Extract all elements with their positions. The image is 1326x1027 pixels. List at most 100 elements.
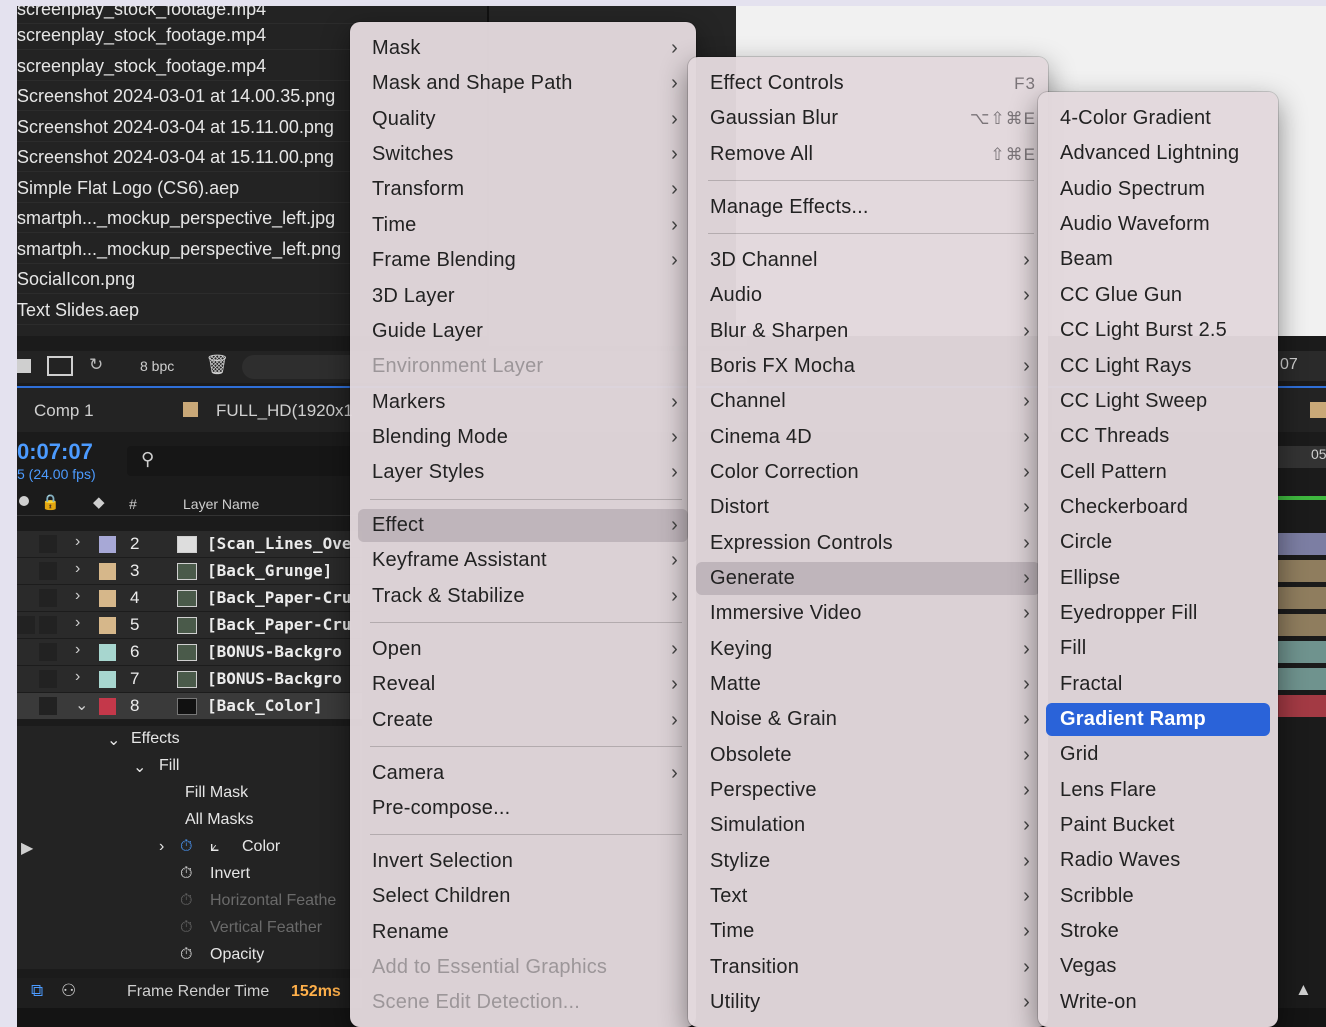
- menu-item-markers[interactable]: Markers ›: [358, 386, 688, 419]
- label-color-swatch[interactable]: [99, 644, 116, 661]
- stopwatch-icon[interactable]: ⏱: [180, 919, 192, 937]
- table-row[interactable]: › 5 [Back_Paper-Cru: [17, 612, 362, 639]
- menu-item-paint-bucket[interactable]: Paint Bucket: [1046, 809, 1270, 842]
- menu-item-time[interactable]: Time ›: [696, 915, 1040, 948]
- effects-group-row[interactable]: ⌄ Effects: [17, 726, 362, 753]
- solo-switch[interactable]: [39, 697, 57, 715]
- layer-bar[interactable]: [1277, 533, 1326, 555]
- menu-item-noise-and-grain[interactable]: Noise & Grain ›: [696, 703, 1040, 736]
- menu-item-scribble[interactable]: Scribble: [1046, 880, 1270, 913]
- twirl-icon[interactable]: ›: [75, 614, 80, 632]
- menu-item-effect-controls[interactable]: Effect Controls F3: [696, 67, 1040, 100]
- table-row[interactable]: › 6 [BONUS-Backgro: [17, 639, 362, 666]
- menu-item-effect[interactable]: Effect ›: [358, 509, 688, 542]
- bit-depth-button[interactable]: 8 bpc: [140, 358, 174, 374]
- menu-item-keyframe-assistant[interactable]: Keyframe Assistant ›: [358, 544, 688, 577]
- twirl-icon[interactable]: ›: [75, 641, 80, 659]
- menu-item-remove-all[interactable]: Remove All ⇧⌘E: [696, 138, 1040, 171]
- menu-item-obsolete[interactable]: Obsolete ›: [696, 739, 1040, 772]
- label-color-swatch[interactable]: [99, 590, 116, 607]
- solo-switch[interactable]: [39, 535, 57, 553]
- zoom-mountain-icon[interactable]: ▲: [1295, 980, 1312, 1000]
- toggle-switches-icon[interactable]: ⚇: [61, 981, 76, 1001]
- menu-item-gaussian-blur[interactable]: Gaussian Blur ⌥⇧⌘E: [696, 102, 1040, 135]
- menu-item-advanced-lightning[interactable]: Advanced Lightning: [1046, 137, 1270, 170]
- table-row[interactable]: › 7 [BONUS-Backgro: [17, 666, 362, 693]
- label-color-swatch[interactable]: [99, 671, 116, 688]
- lock-switch[interactable]: [39, 616, 57, 634]
- menu-item-grid[interactable]: Grid: [1046, 738, 1270, 771]
- menu-item-audio-spectrum[interactable]: Audio Spectrum: [1046, 173, 1270, 206]
- menu-item-audio-waveform[interactable]: Audio Waveform: [1046, 208, 1270, 241]
- menu-item-transform[interactable]: Transform ›: [358, 173, 688, 206]
- layer-name[interactable]: [BONUS-Backgro: [207, 642, 342, 661]
- label-color-swatch[interactable]: [99, 563, 116, 580]
- menu-item-reveal[interactable]: Reveal ›: [358, 668, 688, 701]
- new-folder-icon[interactable]: [17, 359, 31, 373]
- layer-name[interactable]: [Back_Paper-Cru: [207, 615, 352, 634]
- solo-switch[interactable]: [39, 643, 57, 661]
- solo-switch[interactable]: [39, 589, 57, 607]
- menu-item-audio[interactable]: Audio ›: [696, 279, 1040, 312]
- menu-item-create[interactable]: Create ›: [358, 704, 688, 737]
- menu-item-guide-layer[interactable]: Guide Layer: [358, 315, 688, 348]
- work-area-bar[interactable]: [1277, 496, 1326, 500]
- layer-name[interactable]: [Back_Paper-Cru: [207, 588, 352, 607]
- menu-item-distort[interactable]: Distort ›: [696, 491, 1040, 524]
- property-row[interactable]: ⏱ Invert: [17, 861, 362, 888]
- menu-item-channel[interactable]: Channel ›: [696, 385, 1040, 418]
- menu-item-radio-waves[interactable]: Radio Waves: [1046, 844, 1270, 877]
- new-comp-icon[interactable]: [47, 356, 73, 376]
- twirl-icon[interactable]: ›: [75, 533, 80, 551]
- menu-item-3d-channel[interactable]: 3D Channel ›: [696, 244, 1040, 277]
- comp-tab[interactable]: Comp 1: [34, 401, 94, 421]
- menu-item-boris-fx-mocha[interactable]: Boris FX Mocha ›: [696, 350, 1040, 383]
- layer-bar[interactable]: [1277, 641, 1326, 663]
- twirl-icon[interactable]: ›: [75, 668, 80, 686]
- menu-item-immersive-video[interactable]: Immersive Video ›: [696, 597, 1040, 630]
- table-row[interactable]: › 4 [Back_Paper-Cru: [17, 585, 362, 612]
- menu-item-3d-layer[interactable]: 3D Layer: [358, 280, 688, 313]
- menu-item-layer-styles[interactable]: Layer Styles ›: [358, 456, 688, 489]
- menu-item-perspective[interactable]: Perspective ›: [696, 774, 1040, 807]
- layer-name[interactable]: [Scan_Lines_Ove: [207, 534, 352, 553]
- menu-item-ellipse[interactable]: Ellipse: [1046, 562, 1270, 595]
- menu-item-cc-light-sweep[interactable]: CC Light Sweep: [1046, 385, 1270, 418]
- menu-item-transition[interactable]: Transition ›: [696, 951, 1040, 984]
- menu-item-track-and-stabilize[interactable]: Track & Stabilize ›: [358, 580, 688, 613]
- menu-item-text[interactable]: Text ›: [696, 880, 1040, 913]
- menu-item-beam[interactable]: Beam: [1046, 243, 1270, 276]
- twirl-icon[interactable]: ›: [75, 560, 80, 578]
- label-color-swatch[interactable]: [99, 536, 116, 553]
- menu-item-cc-light-rays[interactable]: CC Light Rays: [1046, 350, 1270, 383]
- solo-switch[interactable]: [39, 670, 57, 688]
- menu-item-vegas[interactable]: Vegas: [1046, 950, 1270, 983]
- interpret-footage-icon[interactable]: ↻: [89, 355, 103, 375]
- menu-item-4-color-gradient[interactable]: 4-Color Gradient: [1046, 102, 1270, 135]
- layer-bar[interactable]: [1277, 560, 1326, 582]
- menu-item-pre-compose[interactable]: Pre-compose...: [358, 792, 688, 825]
- menu-item-rename[interactable]: Rename: [358, 916, 688, 949]
- menu-item-blur-and-sharpen[interactable]: Blur & Sharpen ›: [696, 315, 1040, 348]
- menu-item-lens-flare[interactable]: Lens Flare: [1046, 774, 1270, 807]
- layer-name[interactable]: [Back_Grunge]: [207, 561, 332, 580]
- stopwatch-icon[interactable]: ⏱: [180, 865, 192, 883]
- menu-item-gradient-ramp[interactable]: Gradient Ramp: [1046, 703, 1270, 736]
- menu-item-fractal[interactable]: Fractal: [1046, 668, 1270, 701]
- layer-bar[interactable]: [1277, 668, 1326, 690]
- timeline-track-area[interactable]: 05: [1277, 436, 1326, 976]
- graph-icon[interactable]: ⟀: [210, 838, 220, 856]
- menu-item-expression-controls[interactable]: Expression Controls ›: [696, 527, 1040, 560]
- layer-bar[interactable]: [1277, 695, 1326, 717]
- menu-item-eyedropper-fill[interactable]: Eyedropper Fill: [1046, 597, 1270, 630]
- menu-item-invert-selection[interactable]: Invert Selection: [358, 845, 688, 878]
- menu-item-cc-light-burst[interactable]: CC Light Burst 2.5: [1046, 314, 1270, 347]
- chevron-right-icon[interactable]: ›: [159, 838, 164, 856]
- layer-name[interactable]: [Back_Color]: [207, 696, 323, 715]
- layer-bar[interactable]: [1277, 614, 1326, 636]
- table-row[interactable]: › 2 [Scan_Lines_Ove: [17, 531, 362, 558]
- stopwatch-icon[interactable]: ⏱: [180, 892, 192, 910]
- current-time-display[interactable]: 0:07:07: [17, 439, 93, 465]
- property-row[interactable]: Fill Mask: [17, 780, 362, 807]
- menu-item-stylize[interactable]: Stylize ›: [696, 845, 1040, 878]
